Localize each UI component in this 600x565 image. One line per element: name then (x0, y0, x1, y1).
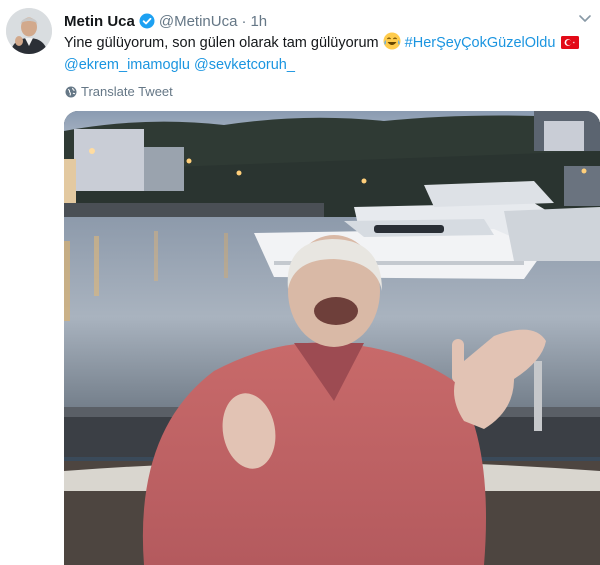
timestamp[interactable]: 1h (250, 13, 267, 30)
translate-tweet-button[interactable]: Translate Tweet (65, 84, 173, 99)
separator-dot: · (241, 12, 247, 30)
tears-of-joy-emoji (383, 32, 401, 50)
tweet-text: Yine gülüyorum, son gülen olarak tam gül… (64, 32, 594, 76)
tweet: Metin Uca @MetinUca · 1h Yine gülüyorum,… (0, 0, 600, 565)
tweet-header: Metin Uca @MetinUca · 1h (64, 11, 267, 31)
mention-link-1[interactable]: @ekrem_imamoglu (64, 57, 190, 73)
user-handle[interactable]: @MetinUca (159, 13, 238, 30)
display-name[interactable]: Metin Uca (64, 13, 135, 30)
chevron-down-icon[interactable] (576, 12, 594, 26)
hashtag-link[interactable]: #HerŞeyÇokGüzelOldu (405, 35, 556, 51)
tweet-media-video[interactable] (64, 111, 600, 565)
mention-link-2[interactable]: @sevketcoruh_ (194, 57, 295, 73)
translate-tweet-label: Translate Tweet (81, 84, 173, 99)
avatar[interactable] (6, 8, 52, 54)
tweet-body: Yine gülüyorum, son gülen olarak tam gül… (64, 35, 379, 51)
globe-icon (65, 86, 77, 98)
verified-badge-icon (139, 13, 155, 29)
turkey-flag-emoji (561, 34, 580, 49)
